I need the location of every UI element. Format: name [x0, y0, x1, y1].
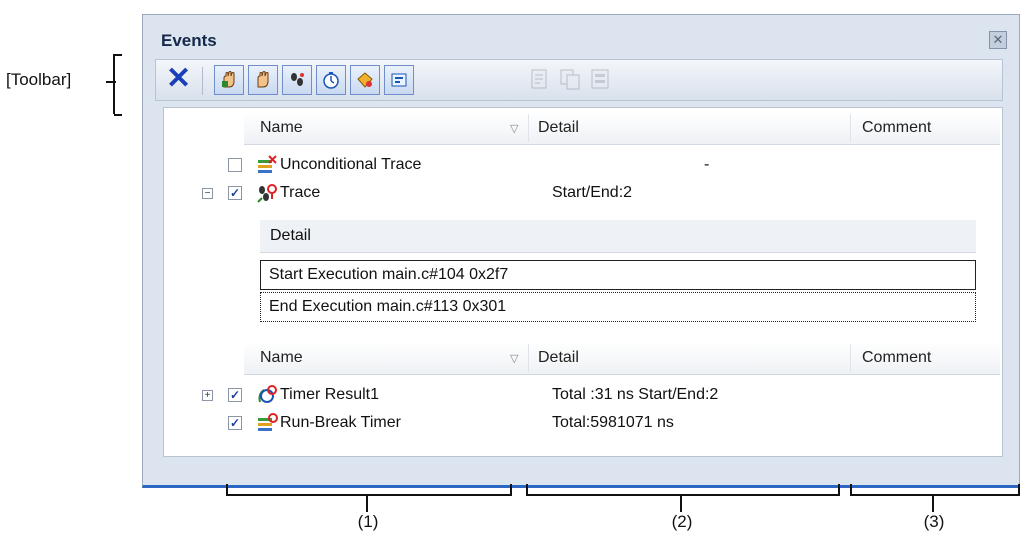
- event-checkbox[interactable]: ✓: [228, 388, 242, 402]
- column-2-bracket: [526, 484, 840, 496]
- edit-icon[interactable]: [528, 67, 552, 91]
- event-row-run-break-timer[interactable]: ✓ Run-Break Timer Total:5981071 ns: [164, 410, 1000, 436]
- event-detail: Total:5981071 ns: [552, 414, 674, 431]
- collapse-icon[interactable]: −: [202, 188, 213, 199]
- column-divider[interactable]: [528, 114, 529, 142]
- event-detail: Total :31 ns Start/End:2: [552, 386, 719, 403]
- event-name: Run-Break Timer: [280, 414, 401, 431]
- event-row-timer-result[interactable]: + ✓ Timer Result1 Total :31 ns Start/End…: [164, 382, 1000, 408]
- toolbar: ✕: [155, 59, 1003, 101]
- event-detail: Start/End:2: [552, 184, 633, 201]
- event-detail: -: [704, 156, 710, 173]
- timer-button[interactable]: [316, 65, 346, 95]
- detail-row[interactable]: Start Execution main.c#104 0x2f7: [260, 260, 976, 290]
- timer-icon: [322, 71, 340, 89]
- events-panel: Events ✕ ✕ Name ▽ Detail Comment Uncondi…: [142, 14, 1020, 488]
- sort-icon[interactable]: ▽: [510, 352, 518, 365]
- toolbar-bracket: [113, 54, 122, 116]
- name-column-header[interactable]: Name: [260, 349, 303, 367]
- detail-header-label: Detail: [270, 227, 311, 244]
- event-checkbox[interactable]: ✓: [228, 416, 242, 430]
- column-header-row: Name ▽ Detail Comment: [244, 112, 1000, 145]
- run-break-timer-icon: [256, 412, 278, 439]
- event-name: Timer Result1: [280, 386, 379, 403]
- column-3-bracket: [850, 484, 1020, 496]
- column-divider[interactable]: [850, 344, 851, 372]
- trace-event-icon: [256, 182, 278, 209]
- trace-icon: [288, 71, 306, 89]
- detail-column-header[interactable]: Detail: [538, 349, 579, 367]
- expand-icon[interactable]: +: [202, 390, 213, 401]
- toolbar-separator: [202, 67, 203, 95]
- software-break-button[interactable]: [248, 65, 278, 95]
- hardware-break-button[interactable]: [214, 65, 244, 95]
- name-column-header[interactable]: Name: [260, 119, 303, 137]
- event-tree: Name ▽ Detail Comment Unconditional Trac…: [163, 107, 1003, 457]
- column-header-row: Name ▽ Detail Comment: [244, 342, 1000, 375]
- comment-column-header[interactable]: Comment: [862, 349, 931, 367]
- column-3-label: (3): [923, 512, 945, 531]
- column-2-stem: [680, 496, 682, 512]
- sort-icon[interactable]: ▽: [510, 122, 518, 135]
- column-divider[interactable]: [528, 344, 529, 372]
- event-checkbox[interactable]: [228, 158, 242, 172]
- column-divider[interactable]: [850, 114, 851, 142]
- event-checkbox[interactable]: ✓: [228, 186, 242, 200]
- copy-icon[interactable]: [558, 67, 582, 91]
- column-3-stem: [932, 496, 934, 512]
- comment-column-header[interactable]: Comment: [862, 119, 931, 137]
- column-1-label: (1): [357, 512, 379, 531]
- column-2-label: (2): [671, 512, 693, 531]
- panel-title: Events: [161, 31, 217, 50]
- unconditional-trace-icon: [256, 154, 278, 181]
- list-icon[interactable]: [588, 67, 612, 91]
- event-name: Unconditional Trace: [280, 156, 422, 173]
- column-1-bracket: [226, 484, 512, 496]
- detail-row-selected[interactable]: End Execution main.c#113 0x301: [260, 292, 976, 322]
- point-trace-button[interactable]: [350, 65, 380, 95]
- hardware-break-icon: [220, 71, 238, 89]
- event-name: Trace: [280, 184, 321, 201]
- column-1-stem: [366, 496, 368, 512]
- point-trace-icon: [356, 71, 374, 89]
- predefined-event-icon: [390, 71, 408, 89]
- detail-header: Detail: [260, 220, 976, 253]
- software-break-icon: [254, 71, 272, 89]
- toolbar-callout-label: [Toolbar]: [6, 70, 72, 89]
- event-row-unconditional-trace[interactable]: Unconditional Trace -: [164, 152, 1000, 178]
- toolbar-bracket-tick: [106, 81, 116, 83]
- detail-row-text: Start Execution main.c#104 0x2f7: [269, 266, 509, 283]
- close-icon[interactable]: ✕: [989, 31, 1007, 49]
- delete-icon[interactable]: ✕: [166, 64, 191, 94]
- trace-button[interactable]: [282, 65, 312, 95]
- detail-column-header[interactable]: Detail: [538, 119, 579, 137]
- event-row-trace[interactable]: − ✓ Trace Start/End:2: [164, 180, 1000, 206]
- predefined-event-button[interactable]: [384, 65, 414, 95]
- timer-result-icon: [256, 384, 278, 411]
- detail-row-text: End Execution main.c#113 0x301: [269, 298, 507, 315]
- trace-detail-panel: Detail Start Execution main.c#104 0x2f7 …: [260, 220, 976, 324]
